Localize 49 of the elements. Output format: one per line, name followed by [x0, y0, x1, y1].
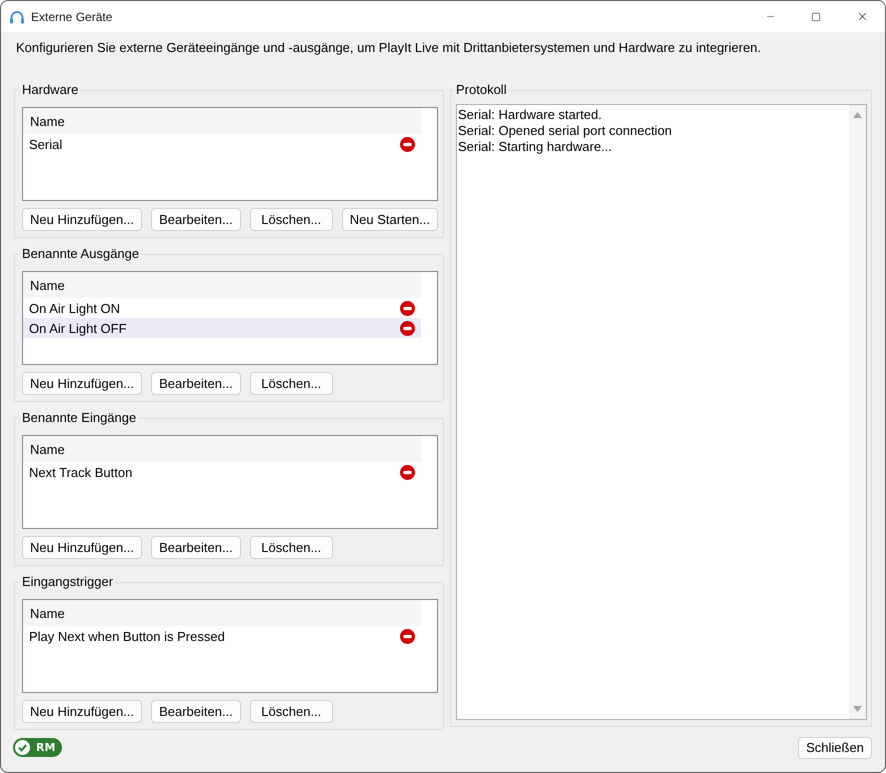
- close-button[interactable]: Schließen: [798, 736, 872, 758]
- action-button[interactable]: Löschen...: [250, 372, 333, 395]
- list-item[interactable]: Play Next when Button is Pressed: [23, 626, 421, 646]
- badge-label: RM: [36, 741, 56, 754]
- action-button[interactable]: Neu Hinzufügen...: [22, 700, 142, 723]
- action-button[interactable]: Bearbeiten...: [151, 208, 241, 231]
- description-text: Konfigurieren Sie externe Geräteeingänge und -ausgänge, um PlayIt Live mit Drittanbietersystemen und Hardware zu integrieren.: [16, 40, 762, 56]
- log-text-area[interactable]: Serial: Hardware started. Serial: Opened serial port connection Serial: Starting hardware...: [456, 104, 867, 720]
- column-header: Name: [23, 272, 421, 298]
- minus-circle-icon: [400, 464, 415, 480]
- column-header: Name: [23, 436, 421, 462]
- action-button[interactable]: Bearbeiten...: [151, 372, 241, 395]
- group-title: Protokoll: [455, 83, 508, 97]
- maximize-icon[interactable]: [811, 12, 821, 22]
- list-view[interactable]: Name Next Track Button: [22, 435, 438, 529]
- group-title: Hardware: [21, 83, 80, 97]
- scroll-down-icon[interactable]: [853, 706, 862, 712]
- action-button[interactable]: Bearbeiten...: [151, 700, 241, 723]
- action-button[interactable]: Löschen...: [250, 208, 333, 231]
- list-view[interactable]: Name On Air Light ON On Air Light OFF: [22, 271, 438, 365]
- action-button[interactable]: Löschen...: [250, 536, 333, 559]
- list-item[interactable]: On Air Light OFF: [23, 318, 421, 338]
- window-title: Externe Geräte: [31, 10, 112, 24]
- column-header: Name: [23, 600, 421, 626]
- minus-circle-icon: [400, 320, 415, 336]
- scroll-up-icon[interactable]: [853, 112, 862, 118]
- minus-circle-icon: [400, 300, 415, 316]
- minus-circle-icon: [400, 136, 415, 152]
- scrollbar[interactable]: [849, 105, 866, 719]
- action-button[interactable]: Neu Hinzufügen...: [22, 372, 142, 395]
- group-title: Benannte Ausgänge: [21, 247, 140, 261]
- action-button[interactable]: Löschen...: [250, 700, 333, 723]
- group-title: Benannte Eingänge: [21, 411, 138, 425]
- action-button[interactable]: Neu Hinzufügen...: [22, 208, 142, 231]
- list-view[interactable]: Name Play Next when Button is Pressed: [22, 599, 438, 693]
- log-line: Serial: Starting hardware...: [458, 139, 612, 155]
- action-button[interactable]: Neu Starten...: [342, 208, 438, 231]
- list-item[interactable]: On Air Light ON: [23, 298, 421, 318]
- group-title: Eingangstrigger: [21, 575, 114, 589]
- list-item[interactable]: Serial: [23, 134, 421, 154]
- log-line: Serial: Hardware started.: [458, 107, 602, 123]
- list-view[interactable]: Name Serial: [22, 107, 438, 201]
- list-item[interactable]: Next Track Button: [23, 462, 421, 482]
- action-button[interactable]: Neu Hinzufügen...: [22, 536, 142, 559]
- headphones-icon: [9, 8, 25, 24]
- minus-circle-icon: [400, 628, 415, 644]
- column-header: Name: [23, 108, 421, 134]
- log-line: Serial: Opened serial port connection: [458, 123, 672, 139]
- action-button[interactable]: Bearbeiten...: [151, 536, 241, 559]
